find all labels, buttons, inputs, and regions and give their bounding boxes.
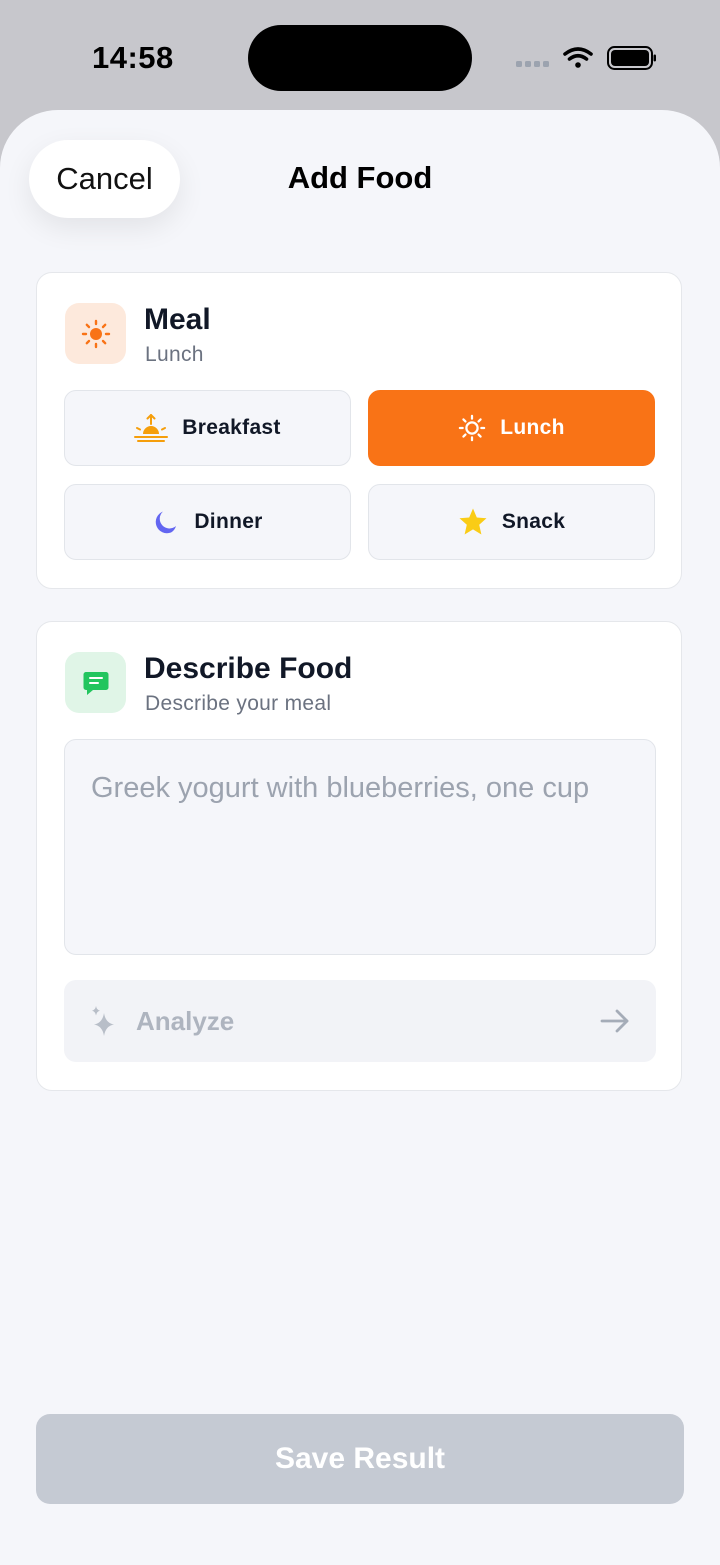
meal-card-title: Meal [144, 303, 211, 336]
food-description-input[interactable] [64, 739, 656, 955]
signal-icon [516, 61, 549, 67]
status-icons [516, 46, 656, 70]
sun-icon [65, 303, 126, 364]
meal-option-dinner[interactable]: Dinner [64, 484, 351, 560]
meal-option-snack[interactable]: Snack [368, 484, 655, 560]
battery-icon [607, 46, 656, 70]
meal-card: Meal Lunch Breakfast Lunch Dinner Snack [36, 272, 682, 589]
dynamic-island [248, 25, 472, 91]
meal-option-lunch[interactable]: Lunch [368, 390, 655, 466]
moon-icon [156, 511, 177, 534]
analyze-button[interactable]: Analyze [64, 980, 656, 1062]
meal-card-subtitle: Lunch [145, 343, 204, 366]
star-icon [459, 508, 487, 535]
analyze-label: Analyze [136, 1005, 235, 1036]
sun-icon [458, 414, 486, 442]
meal-option-label: Lunch [500, 416, 565, 439]
page-title: Add Food [287, 160, 433, 195]
meal-option-label: Snack [501, 510, 566, 533]
describe-card-subtitle: Describe your meal [145, 692, 332, 715]
wifi-icon [563, 47, 593, 68]
meal-option-label: Dinner [194, 510, 263, 533]
meal-option-breakfast[interactable]: Breakfast [64, 390, 351, 466]
describe-card-title: Describe Food [144, 652, 353, 685]
sunrise-icon [134, 414, 169, 442]
message-icon [65, 652, 126, 713]
sparkles-icon [92, 1006, 114, 1036]
status-time: 14:58 [92, 40, 174, 75]
describe-food-card: Describe Food Describe your meal Analyze [36, 621, 682, 1091]
meal-option-label: Breakfast [182, 416, 281, 439]
save-result-button[interactable]: Save Result [36, 1414, 684, 1504]
arrow-right-icon [600, 1009, 629, 1033]
add-food-sheet: Cancel Add Food Meal Lunch Breakfast Lun… [0, 110, 720, 1565]
